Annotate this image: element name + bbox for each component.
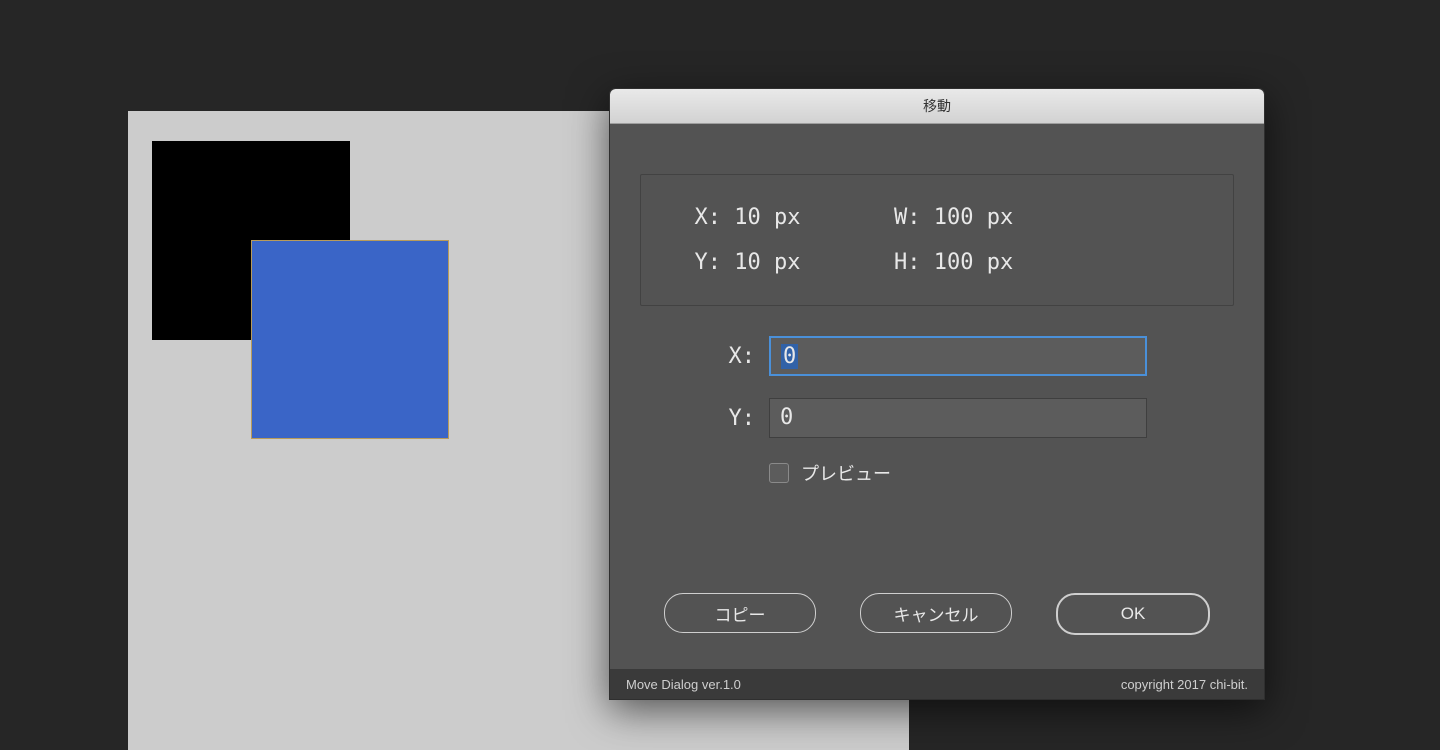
- info-x-label: X:: [681, 205, 721, 230]
- selection-info-panel: X: 10 px Y: 10 px W: 100 px H: 100 px: [640, 174, 1234, 306]
- info-w-value: 100 px: [934, 205, 1013, 230]
- info-h-value: 100 px: [934, 250, 1013, 275]
- input-x-field[interactable]: 0: [769, 336, 1147, 376]
- input-y-field[interactable]: 0: [769, 398, 1147, 438]
- info-w-label: W:: [880, 205, 920, 230]
- input-y-label: Y:: [727, 406, 755, 431]
- footer-copyright: copyright 2017 chi-bit.: [1121, 677, 1248, 692]
- info-y-value: 10 px: [734, 250, 800, 275]
- info-h-label: H:: [880, 250, 920, 275]
- input-x-value: 0: [781, 344, 798, 369]
- dialog-buttons: コピー キャンセル OK: [610, 593, 1264, 635]
- info-x-value: 10 px: [734, 205, 800, 230]
- input-y-value: 0: [780, 405, 793, 430]
- dialog-title: 移動: [923, 98, 951, 114]
- dialog-titlebar[interactable]: 移動: [610, 89, 1264, 124]
- cancel-button[interactable]: キャンセル: [860, 593, 1012, 633]
- copy-button[interactable]: コピー: [664, 593, 816, 633]
- move-dialog: 移動 X: 10 px Y: 10 px W: 100 px H: 100 px: [609, 88, 1265, 700]
- input-x-label: X:: [727, 344, 755, 369]
- info-y-label: Y:: [681, 250, 721, 275]
- footer-version: Move Dialog ver.1.0: [626, 677, 741, 692]
- preview-label: プレビュー: [801, 460, 891, 486]
- dialog-footer: Move Dialog ver.1.0 copyright 2017 chi-b…: [610, 669, 1264, 699]
- preview-checkbox[interactable]: [769, 463, 789, 483]
- move-inputs-group: X: 0 Y: 0 プレビュー: [727, 336, 1147, 486]
- blue-square-selected-object[interactable]: [251, 240, 449, 439]
- ok-button[interactable]: OK: [1056, 593, 1210, 635]
